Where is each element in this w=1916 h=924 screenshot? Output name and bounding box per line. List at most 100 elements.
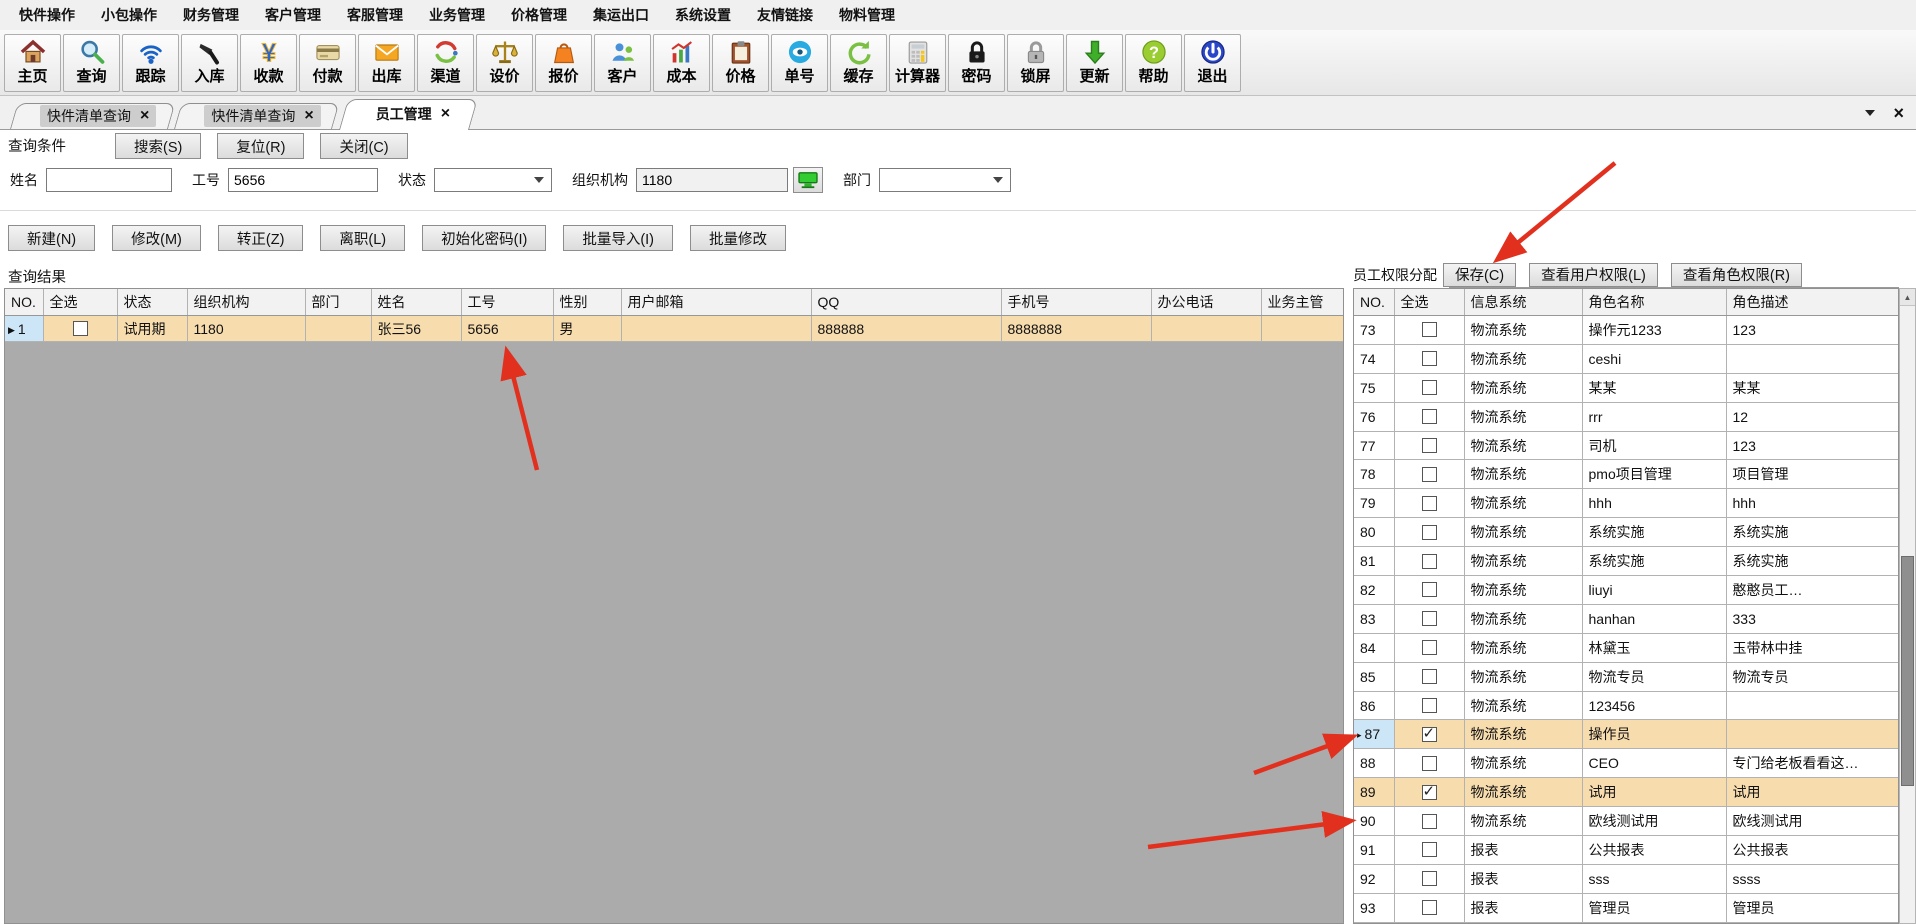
menu-item-4[interactable]: 客户管理 bbox=[252, 5, 334, 25]
action-button-regularize[interactable]: 转正(Z) bbox=[218, 225, 304, 251]
toolbar-button-receive[interactable]: ¥收款 bbox=[240, 34, 297, 92]
table-row[interactable]: 92报表sssssss bbox=[1354, 864, 1898, 893]
table-row[interactable]: 78物流系统pmo项目管理项目管理 bbox=[1354, 460, 1898, 489]
query-button-reset[interactable]: 复位(R) bbox=[217, 133, 304, 159]
row-checkbox[interactable] bbox=[1422, 582, 1437, 597]
menu-item-10[interactable]: 友情链接 bbox=[744, 5, 826, 25]
row-checkbox[interactable] bbox=[1422, 785, 1437, 800]
table-row[interactable]: 85物流系统物流专员物流专员 bbox=[1354, 662, 1898, 691]
table-row[interactable]: 76物流系统rrr12 bbox=[1354, 402, 1898, 431]
row-checkbox[interactable] bbox=[1422, 351, 1437, 366]
permission-button-view-role-perm[interactable]: 查看角色权限(R) bbox=[1671, 263, 1802, 287]
row-checkbox[interactable] bbox=[1422, 554, 1437, 569]
row-checkbox[interactable] bbox=[1422, 409, 1437, 424]
toolbar-button-cache[interactable]: 缓存 bbox=[830, 34, 887, 92]
menu-item-1[interactable]: 快件操作 bbox=[6, 5, 88, 25]
toolbar-button-pay[interactable]: 付款 bbox=[299, 34, 356, 92]
tab-list-dropdown-icon[interactable] bbox=[1865, 110, 1875, 116]
column-header[interactable]: 状态 bbox=[117, 289, 187, 316]
row-checkbox[interactable] bbox=[1422, 871, 1437, 886]
scroll-up-icon[interactable]: ▲ bbox=[1900, 289, 1915, 306]
vertical-scrollbar[interactable]: ▲ bbox=[1899, 288, 1916, 924]
toolbar-button-customer[interactable]: 客户 bbox=[594, 34, 651, 92]
job-no-input[interactable] bbox=[228, 168, 378, 192]
table-row[interactable]: ▸87物流系统操作员 bbox=[1354, 720, 1898, 749]
toolbar-button-trackno[interactable]: 单号 bbox=[771, 34, 828, 92]
toolbar-button-lockscreen[interactable]: 锁屏 bbox=[1007, 34, 1064, 92]
toolbar-button-setprice[interactable]: 设价 bbox=[476, 34, 533, 92]
tab-2[interactable]: 快件清单查询× bbox=[174, 103, 332, 129]
column-header[interactable]: 性别 bbox=[553, 289, 621, 316]
menu-item-7[interactable]: 价格管理 bbox=[498, 5, 580, 25]
action-button-init-password[interactable]: 初始化密码(I) bbox=[422, 225, 546, 251]
row-checkbox[interactable] bbox=[1422, 842, 1437, 857]
table-row[interactable]: 86物流系统123456 bbox=[1354, 691, 1898, 720]
dept-select[interactable] bbox=[879, 168, 1011, 192]
column-header[interactable]: NO. bbox=[5, 289, 43, 316]
menu-item-6[interactable]: 业务管理 bbox=[416, 5, 498, 25]
column-header[interactable]: 全选 bbox=[1394, 289, 1464, 316]
column-header[interactable]: 组织机构 bbox=[187, 289, 305, 316]
table-row[interactable]: 77物流系统司机123 bbox=[1354, 431, 1898, 460]
toolbar-button-quote[interactable]: 报价 bbox=[535, 34, 592, 92]
toolbar-button-password[interactable]: 密码 bbox=[948, 34, 1005, 92]
menu-item-3[interactable]: 财务管理 bbox=[170, 5, 252, 25]
action-button-batch-import[interactable]: 批量导入(I) bbox=[563, 225, 673, 251]
table-row[interactable]: 84物流系统林黛玉玉带林中挂 bbox=[1354, 633, 1898, 662]
row-checkbox[interactable] bbox=[1422, 727, 1437, 742]
table-row[interactable]: 79物流系统hhhhhh bbox=[1354, 489, 1898, 518]
menu-item-5[interactable]: 客服管理 bbox=[334, 5, 416, 25]
toolbar-button-home[interactable]: 主页 bbox=[4, 34, 61, 92]
table-row[interactable]: 90物流系统欧线测试用欧线测试用 bbox=[1354, 807, 1898, 836]
column-header[interactable]: 用户邮箱 bbox=[621, 289, 811, 316]
action-button-modify[interactable]: 修改(M) bbox=[112, 225, 201, 251]
table-row[interactable]: 73物流系统操作元1233123 bbox=[1354, 316, 1898, 345]
menu-item-11[interactable]: 物料管理 bbox=[826, 5, 908, 25]
toolbar-button-inbound[interactable]: 入库 bbox=[181, 34, 238, 92]
org-picker-button[interactable] bbox=[793, 167, 823, 193]
row-checkbox[interactable] bbox=[1422, 496, 1437, 511]
name-input[interactable] bbox=[46, 168, 172, 192]
action-button-resign[interactable]: 离职(L) bbox=[320, 225, 405, 251]
action-button-batch-modify[interactable]: 批量修改 bbox=[690, 225, 786, 251]
column-header[interactable]: QQ bbox=[811, 289, 1001, 316]
row-checkbox[interactable] bbox=[1422, 756, 1437, 771]
row-checkbox[interactable] bbox=[1422, 698, 1437, 713]
toolbar-button-track[interactable]: 跟踪 bbox=[122, 34, 179, 92]
column-header[interactable]: 业务主管 bbox=[1261, 289, 1344, 316]
toolbar-button-help[interactable]: ?帮助 bbox=[1125, 34, 1182, 92]
column-header[interactable]: 角色名称 bbox=[1582, 289, 1726, 316]
tab-1[interactable]: 快件清单查询× bbox=[10, 103, 168, 129]
table-row[interactable]: 82物流系统liuyi憨憨员工… bbox=[1354, 576, 1898, 605]
tab-3[interactable]: 员工管理× bbox=[339, 99, 469, 129]
row-checkbox[interactable] bbox=[1422, 611, 1437, 626]
table-row[interactable]: 88物流系统CEO专门给老板看看这… bbox=[1354, 749, 1898, 778]
row-checkbox[interactable] bbox=[1422, 322, 1437, 337]
toolbar-button-update[interactable]: 更新 bbox=[1066, 34, 1123, 92]
tab-close-icon[interactable]: × bbox=[304, 108, 313, 124]
action-button-new[interactable]: 新建(N) bbox=[8, 225, 95, 251]
toolbar-button-search[interactable]: 查询 bbox=[63, 34, 120, 92]
toolbar-button-cost[interactable]: 成本 bbox=[653, 34, 710, 92]
toolbar-button-exit[interactable]: 退出 bbox=[1184, 34, 1241, 92]
table-row[interactable]: 80物流系统系统实施系统实施 bbox=[1354, 518, 1898, 547]
query-button-close[interactable]: 关闭(C) bbox=[320, 133, 407, 159]
row-checkbox[interactable] bbox=[1422, 900, 1437, 915]
column-header[interactable]: 手机号 bbox=[1001, 289, 1151, 316]
toolbar-button-calculator[interactable]: 计算器 bbox=[889, 34, 946, 92]
row-checkbox[interactable] bbox=[1422, 669, 1437, 684]
column-header[interactable]: 角色描述 bbox=[1726, 289, 1898, 316]
row-checkbox[interactable] bbox=[1422, 380, 1437, 395]
column-header[interactable]: NO. bbox=[1354, 289, 1394, 316]
row-checkbox[interactable] bbox=[1422, 640, 1437, 655]
column-header[interactable]: 工号 bbox=[461, 289, 553, 316]
row-checkbox[interactable] bbox=[1422, 814, 1437, 829]
toolbar-button-price[interactable]: 价格 bbox=[712, 34, 769, 92]
toolbar-button-channel[interactable]: 渠道 bbox=[417, 34, 474, 92]
column-header[interactable]: 部门 bbox=[305, 289, 371, 316]
column-header[interactable]: 全选 bbox=[43, 289, 117, 316]
scrollbar-thumb[interactable] bbox=[1901, 556, 1914, 786]
table-row[interactable]: 81物流系统系统实施系统实施 bbox=[1354, 547, 1898, 576]
toolbar-button-outbound[interactable]: 出库 bbox=[358, 34, 415, 92]
table-row[interactable]: ▶1试用期1180张三565656男8888888888888 bbox=[5, 316, 1344, 342]
